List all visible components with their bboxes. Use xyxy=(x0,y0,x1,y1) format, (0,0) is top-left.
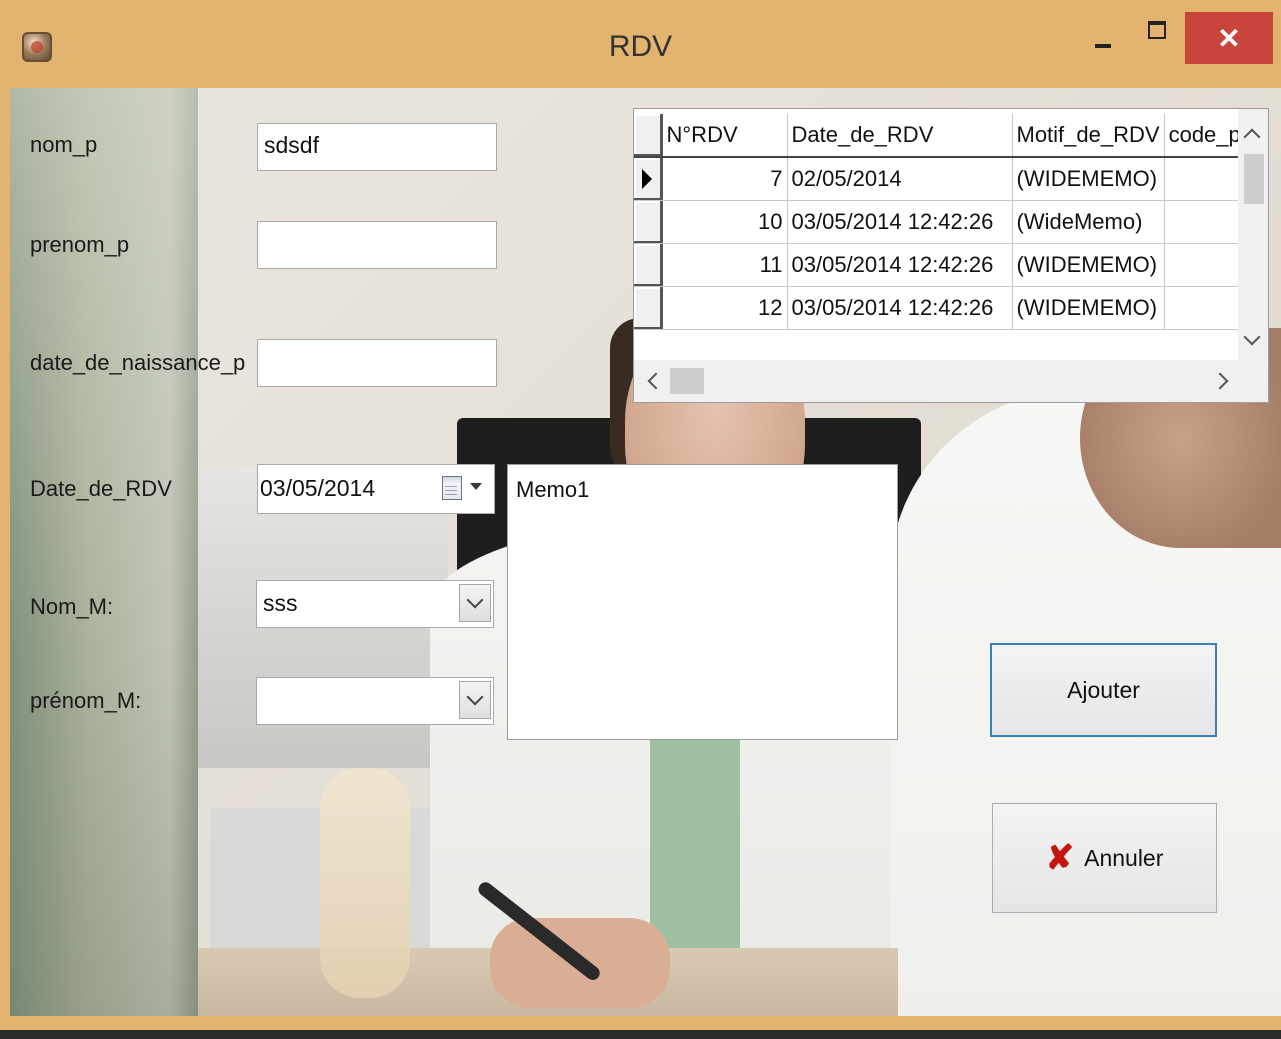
chevron-down-icon xyxy=(466,591,484,609)
minimize-button[interactable] xyxy=(1083,12,1123,62)
annuler-button[interactable]: ✘ Annuler xyxy=(992,803,1217,913)
nom-m-value: sss xyxy=(263,590,298,616)
table-cell[interactable]: 03/05/2014 12:42:26 xyxy=(787,286,1013,330)
label-nom-m: Nom_M: xyxy=(30,594,114,619)
table-cell[interactable]: (WIDEMEMO) xyxy=(1012,243,1165,287)
table-cell[interactable]: 10 xyxy=(662,200,788,244)
nom-p-input[interactable]: sdsdf xyxy=(257,123,497,171)
table-row[interactable]: 7 02/05/2014 (WIDEMEMO) xyxy=(634,157,1246,201)
maximize-button[interactable] xyxy=(1135,12,1179,62)
vertical-scroll-thumb[interactable] xyxy=(1244,154,1264,204)
form-client-area: nom_p prenom_p date_de_naissance_p Date_… xyxy=(10,88,1281,1016)
label-date-de-rdv: Date_de_RDV xyxy=(30,476,172,501)
scroll-right-icon[interactable] xyxy=(1211,372,1229,390)
date-de-naissance-p-input[interactable] xyxy=(257,339,497,387)
close-icon: ✕ xyxy=(1217,22,1241,54)
column-header-code-p[interactable]: code_p xyxy=(1164,114,1246,158)
vertical-scrollbar[interactable] xyxy=(1238,109,1268,361)
scroll-up-icon[interactable] xyxy=(1243,128,1261,146)
label-prenom-p: prenom_p xyxy=(30,232,130,257)
table-row[interactable]: 10 03/05/2014 12:42:26 (WideMemo) xyxy=(634,200,1246,244)
table-cell[interactable]: 03/05/2014 12:42:26 xyxy=(787,243,1013,287)
scrollbar-corner xyxy=(1238,360,1268,402)
row-indicator-header xyxy=(634,114,663,158)
horizontal-scrollbar[interactable] xyxy=(634,360,1240,402)
dropdown-arrow-icon[interactable] xyxy=(470,483,482,490)
column-header-motif-de-rdv[interactable]: Motif_de_RDV xyxy=(1012,114,1165,158)
rdv-table: N°RDV Date_de_RDV Motif_de_RDV code_p 7 … xyxy=(634,114,1246,330)
maximize-icon xyxy=(1148,21,1166,39)
table-cell[interactable]: (WIDEMEMO) xyxy=(1012,286,1165,330)
rdv-window: RDV ✕ nom_p prenom_p date_de_naissance_p… xyxy=(0,0,1281,1030)
table-row[interactable]: 12 03/05/2014 12:42:26 (WIDEMEMO) xyxy=(634,286,1246,330)
row-indicator[interactable] xyxy=(634,200,663,244)
table-cell[interactable]: (WideMemo) xyxy=(1012,200,1165,244)
table-cell[interactable] xyxy=(1164,243,1246,287)
table-cell[interactable] xyxy=(1164,200,1246,244)
ajouter-label: Ajouter xyxy=(1067,676,1140,703)
label-nom-p: nom_p xyxy=(30,132,98,157)
table-cell[interactable]: 02/05/2014 xyxy=(787,157,1013,201)
nom-m-select[interactable]: sss xyxy=(256,580,494,628)
window-bottom-border xyxy=(0,1016,1281,1030)
minimize-icon xyxy=(1095,44,1111,48)
table-cell[interactable]: 03/05/2014 12:42:26 xyxy=(787,200,1013,244)
cancel-x-icon: ✘ xyxy=(1045,839,1075,877)
scroll-down-icon[interactable] xyxy=(1243,328,1261,346)
prenom-m-select[interactable] xyxy=(256,677,494,725)
table-header-row: N°RDV Date_de_RDV Motif_de_RDV code_p xyxy=(634,114,1246,158)
column-header-date-de-rdv[interactable]: Date_de_RDV xyxy=(787,114,1013,158)
prenom-m-dropdown-button[interactable] xyxy=(459,681,491,719)
row-indicator-current[interactable] xyxy=(634,157,663,201)
table-cell[interactable] xyxy=(1164,157,1246,201)
table-cell[interactable]: (WIDEMEMO) xyxy=(1012,157,1165,201)
close-button[interactable]: ✕ xyxy=(1185,12,1273,64)
table-cell[interactable]: 12 xyxy=(662,286,788,330)
prenom-p-input[interactable] xyxy=(257,221,497,269)
memo-textarea[interactable]: Memo1 xyxy=(507,464,898,740)
row-indicator[interactable] xyxy=(634,286,663,330)
nom-m-dropdown-button[interactable] xyxy=(459,584,491,622)
ajouter-button[interactable]: Ajouter xyxy=(990,643,1217,737)
table-cell[interactable]: 7 xyxy=(662,157,788,201)
calendar-icon[interactable] xyxy=(442,476,462,500)
date-de-rdv-picker[interactable]: 03/05/2014 xyxy=(257,464,495,514)
label-prenom-m: prénom_M: xyxy=(30,688,142,713)
chevron-down-icon xyxy=(466,688,484,706)
date-de-rdv-value: 03/05/2014 xyxy=(260,475,376,501)
desktop-edge xyxy=(0,1030,1281,1039)
label-date-de-naissance-p: date_de_naissance_p xyxy=(30,350,246,375)
title-bar[interactable]: RDV ✕ xyxy=(0,0,1281,88)
row-indicator[interactable] xyxy=(634,243,663,287)
table-row[interactable]: 11 03/05/2014 12:42:26 (WIDEMEMO) xyxy=(634,243,1246,287)
table-cell[interactable] xyxy=(1164,286,1246,330)
column-header-nrdv[interactable]: N°RDV xyxy=(662,114,788,158)
annuler-label: Annuler xyxy=(1084,844,1164,871)
background-left-panel-overlay xyxy=(10,88,198,1016)
horizontal-scroll-thumb[interactable] xyxy=(670,368,704,394)
rdv-data-grid[interactable]: N°RDV Date_de_RDV Motif_de_RDV code_p 7 … xyxy=(633,108,1269,403)
scroll-left-icon[interactable] xyxy=(647,372,665,390)
table-cell[interactable]: 11 xyxy=(662,243,788,287)
background-spine-model xyxy=(320,768,410,998)
